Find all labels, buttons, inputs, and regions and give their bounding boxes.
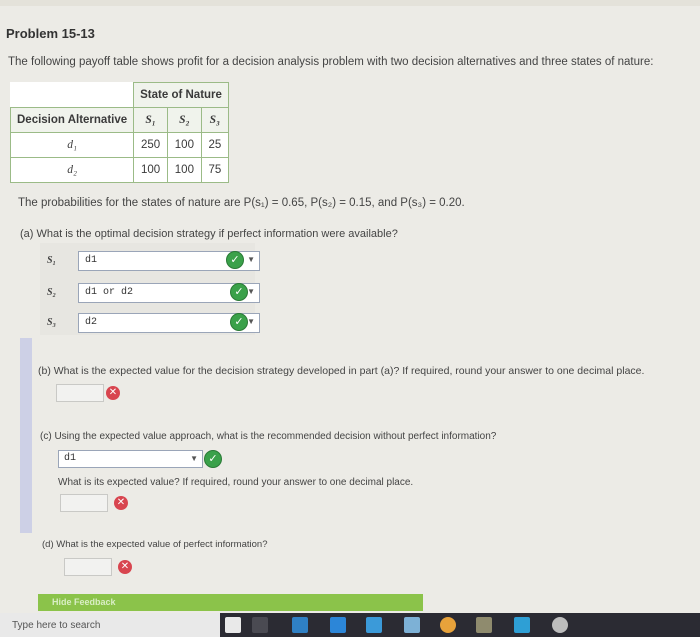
part-b-answer-input[interactable] <box>56 384 104 402</box>
decision-alternative-header: Decision Alternative <box>9 107 135 133</box>
app-icon-5[interactable] <box>440 617 456 633</box>
part-d-question: (d) What is the expected value of perfec… <box>42 539 268 550</box>
state-of-nature-header: State of Nature <box>133 82 229 108</box>
part-d-answer-input[interactable] <box>64 558 112 576</box>
table-row: d₁ 250 100 25 <box>9 132 229 158</box>
part-c-ev-input[interactable] <box>60 494 108 512</box>
incorrect-x-icon: ✕ <box>114 496 128 510</box>
answer-row-s3: S₃ d2 ▼ <box>40 313 260 335</box>
selected-value: d1 <box>85 255 98 266</box>
top-strip <box>0 0 700 6</box>
section-side-bar <box>20 338 32 533</box>
answer-label: S₃ <box>47 317 57 328</box>
app-icon-4[interactable] <box>404 617 420 633</box>
taskbar-search-box[interactable]: Type here to search <box>0 613 220 637</box>
answer-label: S₂ <box>47 287 57 298</box>
search-placeholder: Type here to search <box>12 620 101 631</box>
selected-value: d1 or d2 <box>85 287 134 298</box>
table-cell: 100 <box>166 157 202 183</box>
app-icon-1[interactable] <box>292 617 308 633</box>
row-label: d₁ <box>9 132 135 158</box>
answer-row-s1: S₁ d1 ▼ <box>40 251 260 273</box>
hide-feedback-bar[interactable]: Hide Feedback <box>38 594 423 611</box>
correct-check-icon: ✓ <box>226 251 244 269</box>
page-title: Problem 15-13 <box>6 26 95 41</box>
incorrect-x-icon: ✕ <box>118 560 132 574</box>
part-c-ev-question: What is its expected value? If required,… <box>58 477 414 488</box>
task-view-icon[interactable] <box>252 617 268 633</box>
table-cell: 250 <box>133 132 168 158</box>
selected-value: d2 <box>85 317 98 328</box>
correct-check-icon: ✓ <box>230 283 248 301</box>
correct-check-icon: ✓ <box>230 313 248 331</box>
part-c-question: (c) Using the expected value approach, w… <box>40 431 497 442</box>
app-icon-3[interactable] <box>366 617 382 633</box>
state-header-s2: S₂ <box>166 107 202 133</box>
dropdown-caret-icon: ▼ <box>247 317 255 326</box>
answer-label: S₁ <box>47 255 57 266</box>
answer-row-s2: S₂ d1 or d2 ▼ <box>40 283 260 305</box>
dropdown-caret-icon: ▼ <box>247 255 255 264</box>
selected-value: d1 <box>64 453 77 464</box>
part-b-question: (b) What is the expected value for the d… <box>38 365 645 377</box>
part-a-answer-panel: S₁ d1 ▼ S₂ d1 or d2 ▼ S₃ d2 ▼ <box>40 243 260 335</box>
state-header-s1: S₁ <box>133 107 168 133</box>
hide-feedback-label: Hide Feedback <box>52 597 116 607</box>
intro-text: The following payoff table shows profit … <box>8 56 654 68</box>
dropdown-caret-icon: ▼ <box>247 287 255 296</box>
table-row: d₂ 100 100 75 <box>9 157 229 183</box>
app-icon-2[interactable] <box>330 617 346 633</box>
probabilities-text: The probabilities for the states of natu… <box>18 197 465 209</box>
part-c-decision-select[interactable]: d1 ▼ <box>58 450 203 468</box>
payoff-table: State of Nature Decision Alternative S₁ … <box>9 82 229 183</box>
correct-check-icon: ✓ <box>204 450 222 468</box>
microphone-icon[interactable] <box>225 617 241 633</box>
table-cell: 75 <box>200 157 229 183</box>
app-icon-7[interactable] <box>514 617 530 633</box>
table-cell: 100 <box>166 132 202 158</box>
row-label: d₂ <box>9 157 135 183</box>
dropdown-caret-icon: ▼ <box>190 454 198 463</box>
app-icon-8[interactable] <box>552 617 568 633</box>
table-cell: 25 <box>200 132 229 158</box>
state-header-s3: S₃ <box>200 107 229 133</box>
table-cell: 100 <box>133 157 168 183</box>
incorrect-x-icon: ✕ <box>106 386 120 400</box>
windows-taskbar: Type here to search <box>0 613 700 637</box>
part-a-question: (a) What is the optimal decision strateg… <box>20 228 398 240</box>
app-icon-6[interactable] <box>476 617 492 633</box>
